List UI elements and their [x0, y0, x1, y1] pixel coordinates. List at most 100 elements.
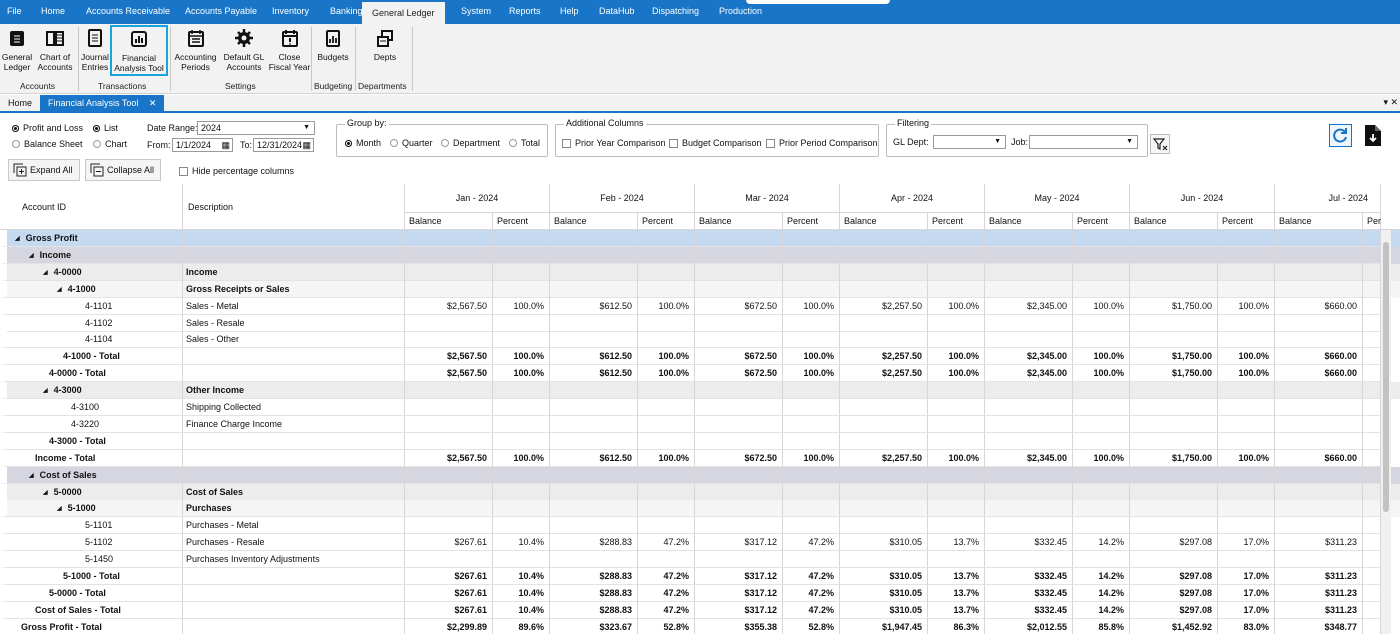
refresh-button[interactable] — [1329, 124, 1352, 147]
column-header-month[interactable]: Jan - 2024 — [405, 184, 550, 213]
account-id-cell[interactable]: ◢ 4-1000 — [0, 280, 183, 298]
menu-home[interactable]: Home — [41, 0, 65, 24]
account-id-cell[interactable]: ◢ 5-1000 — [0, 500, 183, 518]
expand-arrow-icon[interactable]: ◢ — [43, 265, 48, 280]
subheader-balance[interactable]: Balance — [1275, 213, 1363, 230]
account-id-cell[interactable]: 4-3100 — [0, 399, 183, 416]
account-id-cell[interactable]: ◢ 5-0000 — [0, 483, 183, 501]
radio-chart[interactable]: Chart — [93, 139, 127, 149]
menu-banking[interactable]: Banking — [330, 0, 363, 24]
expand-arrow-icon[interactable]: ◢ — [15, 231, 20, 246]
subheader-percent[interactable]: Percent — [1218, 213, 1275, 230]
to-date-input[interactable]: 12/31/2024 ▦ — [253, 138, 314, 152]
subheader-balance[interactable]: Balance — [405, 213, 493, 230]
subheader-percent[interactable]: Per — [1363, 213, 1381, 230]
account-id-cell[interactable]: 5-1102 — [0, 534, 183, 552]
menu-production[interactable]: Production — [719, 0, 762, 24]
column-header-month[interactable]: May - 2024 — [985, 184, 1130, 213]
account-id-cell[interactable]: 5-1450 — [0, 551, 183, 569]
subheader-percent[interactable]: Percent — [638, 213, 695, 230]
from-date-input[interactable]: 1/1/2024 ▦ — [172, 138, 233, 152]
table-row[interactable]: 5-1101 Purchases - Metal — [0, 517, 1400, 535]
table-row[interactable]: 5-1450 Purchases Inventory Adjustments — [0, 551, 1400, 569]
table-row[interactable]: 5-1000 - Total $267.61 10.4% $288.83 47.2% $3… — [0, 568, 1400, 585]
ribbon-button-book[interactable]: Chart of Accounts — [37, 28, 73, 72]
account-id-cell[interactable]: 4-1104 — [0, 331, 183, 349]
menu-general-ledger[interactable]: General Ledger — [362, 0, 445, 24]
column-header-month[interactable]: Jun - 2024 — [1130, 184, 1275, 213]
table-row[interactable]: 5-0000 - Total $267.61 10.4% $288.83 47.2% $3… — [0, 584, 1400, 602]
table-row[interactable]: ◢ Income — [0, 246, 1400, 264]
scrollbar-thumb[interactable] — [1383, 242, 1389, 512]
table-row[interactable]: ◢ 4-3000 Other Income — [0, 382, 1400, 400]
account-id-cell[interactable]: ◢ Cost of Sales — [0, 466, 183, 484]
account-id-cell[interactable]: 4-3220 — [0, 415, 183, 433]
account-id-cell[interactable]: Income - Total — [0, 449, 183, 467]
table-row[interactable]: ◢ 5-1000 Purchases — [0, 500, 1400, 518]
table-row[interactable]: Income - Total $2,567.50 100.0% $612.50 100.… — [0, 449, 1400, 467]
table-row[interactable]: 4-1102 Sales - Resale — [0, 314, 1400, 332]
menu-reports[interactable]: Reports — [509, 0, 541, 24]
checkbox-prior-year-comparison[interactable]: Prior Year Comparison — [562, 138, 666, 148]
ribbon-button-departments[interactable]: Depts — [370, 28, 400, 62]
date-range-select[interactable]: 2024 ▼ — [197, 121, 315, 135]
ribbon-button-gear[interactable]: Default GL Accounts — [220, 28, 268, 72]
export-button[interactable] — [1362, 124, 1385, 147]
table-row[interactable]: 4-1101 Sales - Metal $2,567.50 100.0% $612.5… — [0, 297, 1400, 315]
calendar-icon[interactable]: ▦ — [302, 139, 311, 151]
column-header-description[interactable]: Description — [183, 184, 405, 230]
close-icon[interactable]: ✕ — [149, 98, 157, 108]
ribbon-button-calendar-list[interactable]: Accounting Periods — [173, 28, 218, 72]
account-id-cell[interactable]: 4-1000 - Total — [0, 348, 183, 366]
account-id-cell[interactable]: ◢ Income — [0, 246, 183, 264]
account-id-cell[interactable]: 4-0000 - Total — [0, 365, 183, 383]
table-row[interactable]: ◢ 4-0000 Income — [0, 263, 1400, 281]
table-row[interactable]: 4-1000 - Total $2,567.50 100.0% $612.50 100.… — [0, 348, 1400, 366]
ribbon-button-chart[interactable]: Financial Analysis Tool — [110, 25, 168, 76]
ribbon-button-journal[interactable]: Journal Entries — [81, 28, 109, 72]
menu-inventory[interactable]: Inventory — [272, 0, 309, 24]
menu-datahub[interactable]: DataHub — [599, 0, 635, 24]
radio-group-by-department[interactable]: Department — [441, 138, 500, 148]
ribbon-button-budget[interactable]: Budgets — [315, 28, 351, 62]
table-row[interactable]: 4-3100 Shipping Collected — [0, 399, 1400, 416]
menu-accounts-receivable[interactable]: Accounts Receivable — [86, 0, 170, 24]
expand-arrow-icon[interactable]: ◢ — [29, 468, 34, 483]
radio-group-by-total[interactable]: Total — [509, 138, 540, 148]
subheader-balance[interactable]: Balance — [695, 213, 783, 230]
account-id-cell[interactable]: ◢ 4-0000 — [0, 263, 183, 281]
table-row[interactable]: ◢ Cost of Sales — [0, 466, 1400, 484]
radio-group-by-month[interactable]: Month — [345, 138, 381, 148]
table-row[interactable]: 4-3220 Finance Charge Income — [0, 415, 1400, 433]
expand-all-button[interactable]: Expand All — [8, 159, 80, 181]
account-id-cell[interactable]: ◢ Gross Profit — [0, 230, 183, 247]
column-header-month[interactable]: Mar - 2024 — [695, 184, 840, 213]
subheader-balance[interactable]: Balance — [840, 213, 928, 230]
menu-file[interactable]: File — [7, 0, 22, 24]
checkbox-prior-period-comparison[interactable]: Prior Period Comparison — [766, 138, 878, 148]
account-id-cell[interactable]: ◢ 4-3000 — [0, 382, 183, 400]
subheader-balance[interactable]: Balance — [1130, 213, 1218, 230]
table-row[interactable]: ◢ 5-0000 Cost of Sales — [0, 483, 1400, 501]
expand-arrow-icon[interactable]: ◢ — [43, 485, 48, 500]
account-id-cell[interactable]: 5-1101 — [0, 517, 183, 535]
account-id-cell[interactable]: 5-0000 - Total — [0, 584, 183, 602]
radio-group-by-quarter[interactable]: Quarter — [390, 138, 433, 148]
menu-system[interactable]: System — [461, 0, 491, 24]
table-row[interactable]: Gross Profit - Total $2,299.89 89.6% $323.6… — [0, 618, 1400, 634]
table-row[interactable]: 4-1104 Sales - Other — [0, 331, 1400, 349]
menu-help[interactable]: Help — [560, 0, 579, 24]
subheader-percent[interactable]: Percent — [493, 213, 550, 230]
tab-financial-analysis-tool[interactable]: Financial Analysis Tool ✕ — [40, 95, 165, 111]
column-header-month[interactable]: Apr - 2024 — [840, 184, 985, 213]
gl-dept-select[interactable]: ▼ — [933, 135, 1006, 149]
search-box[interactable] — [746, 0, 890, 4]
radio-profit-loss[interactable]: Profit and Loss — [12, 123, 83, 133]
radio-balance-sheet[interactable]: Balance Sheet — [12, 139, 83, 149]
ribbon-button-general-ledger[interactable]: General Ledger — [0, 28, 34, 72]
expand-arrow-icon[interactable]: ◢ — [57, 501, 62, 516]
table-row[interactable]: ◢ 4-1000 Gross Receipts or Sales — [0, 280, 1400, 298]
table-row[interactable]: ◢ Gross Profit — [0, 230, 1400, 247]
ribbon-button-calendar-alert[interactable]: Close Fiscal Year — [268, 28, 311, 72]
collapse-all-button[interactable]: Collapse All — [85, 159, 162, 181]
